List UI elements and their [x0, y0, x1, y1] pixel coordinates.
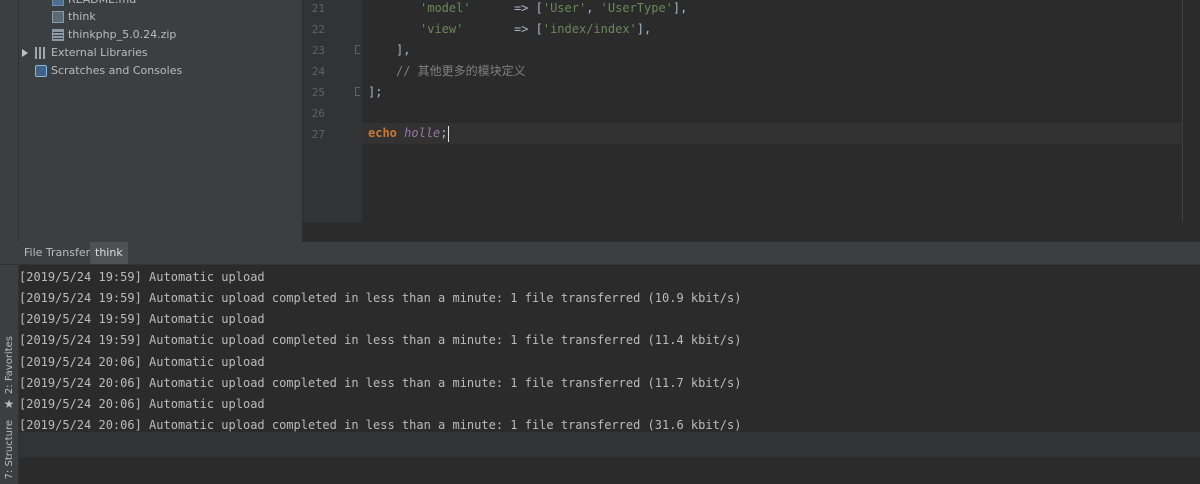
line-number: 25 [311, 86, 325, 99]
text-caret [447, 125, 449, 142]
tab-file-transfer[interactable]: File Transfer [19, 242, 95, 264]
star-icon: ★ [3, 397, 15, 412]
log-line: [2019/5/24 19:59] Automatic upload compl… [19, 291, 742, 305]
project-tree-panel: README.md think thinkphp_5.0.24.zip Exte… [19, 0, 302, 242]
favorites-tool-tab[interactable]: 2: Favorites ★ [1, 336, 17, 411]
code-editor[interactable]: 'model' => ['User', 'UserType'], 'view' … [362, 0, 1182, 222]
tree-item-external-libraries[interactable]: External Libraries [35, 44, 148, 62]
editor-right-gutter [1182, 0, 1200, 222]
tree-item-label: External Libraries [51, 46, 148, 59]
line-number: 21 [311, 2, 325, 15]
file-icon [52, 11, 64, 23]
favorites-tab-label: 2: Favorites [3, 336, 15, 395]
expand-arrow-icon[interactable] [22, 49, 28, 57]
bottom-panel-tabbar: File Transfer think [0, 242, 1200, 265]
zip-file-icon [52, 29, 64, 41]
code-line-27: echo holle; [368, 125, 449, 142]
tree-item-label: thinkphp_5.0.24.zip [68, 28, 177, 41]
log-line: [2019/5/24 19:59] Automatic upload compl… [19, 333, 742, 347]
line-number: 27 [311, 128, 325, 141]
library-icon [35, 47, 47, 59]
tree-item-thinkphp-zip[interactable]: thinkphp_5.0.24.zip [52, 26, 176, 44]
markdown-file-icon [52, 0, 64, 6]
code-line-25: ]; [368, 85, 383, 99]
tab-think[interactable]: think [90, 242, 128, 264]
tree-item-label: Scratches and Consoles [51, 64, 183, 77]
line-number: 26 [311, 107, 325, 120]
console-input-row[interactable] [19, 432, 1200, 457]
line-number: 22 [311, 23, 325, 36]
line-number: 23 [311, 44, 325, 57]
log-line: [2019/5/24 20:06] Automatic upload [19, 355, 265, 369]
log-line: [2019/5/24 19:59] Automatic upload [19, 312, 265, 326]
log-line: [2019/5/24 20:06] Automatic upload [19, 397, 265, 411]
line-number: 24 [311, 65, 325, 78]
code-line-24-comment: // 其他更多的模块定义 [396, 64, 526, 78]
editor-gutter: 21 22 23 24 25 26 27 [303, 0, 363, 222]
structure-tab-label: 7: Structure [3, 420, 15, 480]
structure-tool-tab[interactable]: 7: Structure [1, 420, 17, 479]
log-line: [2019/5/24 20:06] Automatic upload compl… [19, 376, 742, 390]
tree-item-scratches[interactable]: Scratches and Consoles [35, 62, 182, 80]
code-line-22: 'view' => ['index/index'], [420, 22, 652, 36]
log-line: [2019/5/24 19:59] Automatic upload [19, 270, 265, 284]
scratches-icon [35, 65, 47, 77]
current-line-highlight [362, 123, 1182, 144]
code-line-21: 'model' => ['User', 'UserType'], [420, 1, 688, 15]
tree-item-label: think [68, 10, 96, 23]
tree-item-think[interactable]: think [52, 8, 96, 26]
code-line-23: ], [396, 43, 411, 57]
